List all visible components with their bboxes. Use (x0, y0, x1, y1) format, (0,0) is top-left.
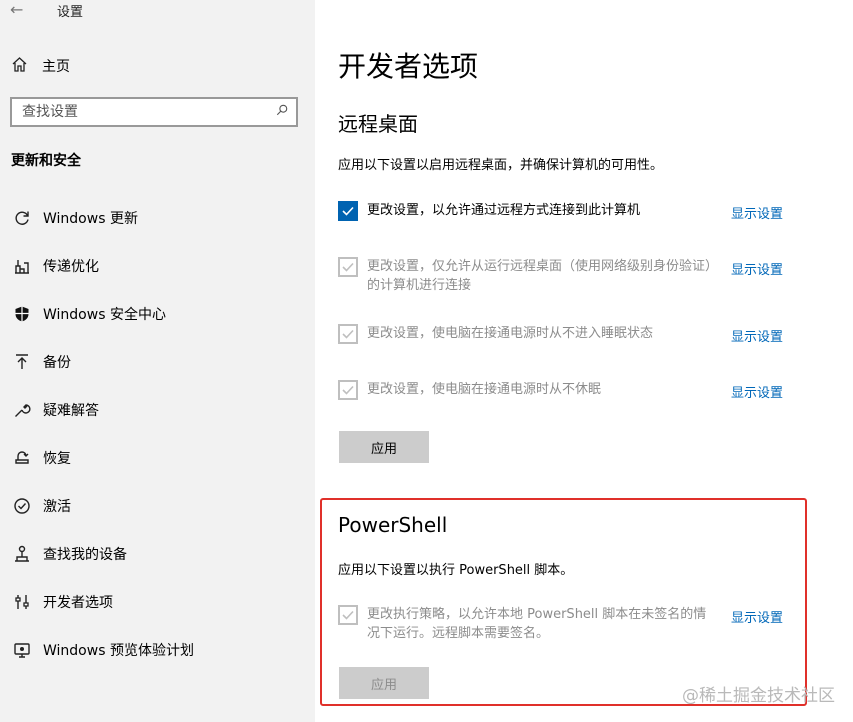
sidebar-item-label: 激活 (43, 499, 71, 515)
delivery-optimization-icon (0, 257, 43, 275)
search-icon[interactable] (276, 104, 288, 116)
remote-desktop-apply-button[interactable]: 应用 (339, 431, 429, 463)
recovery-icon (0, 449, 43, 467)
sidebar-item-find-my-device[interactable]: 查找我的设备 (0, 530, 315, 578)
remote-option-nla: 更改设置，仅允许从运行远程桌面（使用网络级别身份验证）的计算机进行连接 (338, 257, 798, 295)
checkbox-nla[interactable] (338, 257, 358, 277)
section-title: 更新和安全 (11, 153, 81, 169)
home-nav-item[interactable]: 主页 (0, 54, 315, 78)
checkbox-no-hibernate[interactable] (338, 380, 358, 400)
sidebar-item-label: 备份 (43, 355, 71, 371)
show-settings-link[interactable]: 显示设置 (731, 326, 783, 345)
option-text: 更改设置，仅允许从运行远程桌面（使用网络级别身份验证）的计算机进行连接 (367, 259, 712, 293)
sidebar-item-label: 传递优化 (43, 259, 99, 275)
remote-option-no-hibernate: 更改设置，使电脑在接通电源时从不休眠 (338, 380, 798, 400)
find-device-icon (0, 545, 43, 563)
sidebar-item-insider-program[interactable]: Windows 预览体验计划 (0, 626, 315, 674)
shield-icon (0, 305, 43, 323)
checkbox-no-sleep[interactable] (338, 324, 358, 344)
option-text: 更改设置，以允许通过远程方式连接到此计算机 (367, 203, 641, 218)
checkmark-icon (342, 385, 354, 395)
option-text: 更改设置，使电脑在接通电源时从不休眠 (367, 382, 602, 397)
sidebar-item-troubleshoot[interactable]: 疑难解答 (0, 386, 315, 434)
wrench-icon (0, 401, 43, 419)
sidebar-item-backup[interactable]: 备份 (0, 338, 315, 386)
watermark: @稀土掘金技术社区 (682, 686, 835, 706)
sidebar-item-developer-options[interactable]: 开发者选项 (0, 578, 315, 626)
window-title: 设置 (57, 5, 84, 20)
sidebar-item-label: Windows 预览体验计划 (43, 643, 194, 659)
page-title: 开发者选项 (338, 50, 479, 83)
sidebar: ← 设置 主页 更新和安全 Windows 更新 传递优化 (0, 0, 315, 722)
home-label: 主页 (42, 59, 70, 75)
remote-desktop-description: 应用以下设置以启用远程桌面，并确保计算机的可用性。 (338, 158, 664, 173)
checkmark-icon (342, 206, 354, 216)
sidebar-nav: Windows 更新 传递优化 Windows 安全中心 备份 疑难解答 恢复 … (0, 194, 315, 674)
home-icon (0, 56, 42, 77)
check-circle-icon (0, 497, 43, 515)
refresh-icon (0, 209, 43, 227)
checkbox-allow-remote[interactable] (338, 201, 358, 221)
search-box[interactable] (10, 97, 298, 127)
show-settings-link[interactable]: 显示设置 (731, 203, 783, 222)
powershell-highlight-box (320, 498, 807, 706)
show-settings-link[interactable]: 显示设置 (731, 382, 783, 401)
sidebar-item-label: Windows 安全中心 (43, 307, 166, 323)
sidebar-item-security-center[interactable]: Windows 安全中心 (0, 290, 315, 338)
checkmark-icon (342, 329, 354, 339)
checkmark-icon (342, 262, 354, 272)
sidebar-item-delivery-optimization[interactable]: 传递优化 (0, 242, 315, 290)
remote-option-allow-connect: 更改设置，以允许通过远程方式连接到此计算机 (338, 201, 798, 221)
developer-sliders-icon (0, 593, 43, 611)
sidebar-item-label: Windows 更新 (43, 211, 138, 227)
title-bar: ← 设置 (0, 0, 315, 22)
search-input[interactable] (12, 103, 264, 121)
insider-icon (0, 641, 43, 659)
back-arrow-icon[interactable]: ← (10, 0, 23, 20)
sidebar-item-windows-update[interactable]: Windows 更新 (0, 194, 315, 242)
sidebar-item-label: 疑难解答 (43, 403, 99, 419)
remote-option-no-sleep: 更改设置，使电脑在接通电源时从不进入睡眠状态 (338, 324, 798, 344)
sidebar-item-recovery[interactable]: 恢复 (0, 434, 315, 482)
option-text: 更改设置，使电脑在接通电源时从不进入睡眠状态 (367, 326, 654, 341)
sidebar-item-label: 查找我的设备 (43, 547, 127, 563)
sidebar-item-label: 恢复 (43, 451, 71, 467)
sidebar-item-activation[interactable]: 激活 (0, 482, 315, 530)
remote-desktop-title: 远程桌面 (338, 112, 418, 136)
sidebar-item-label: 开发者选项 (43, 595, 113, 611)
show-settings-link[interactable]: 显示设置 (731, 259, 783, 278)
backup-arrow-icon (0, 353, 43, 371)
